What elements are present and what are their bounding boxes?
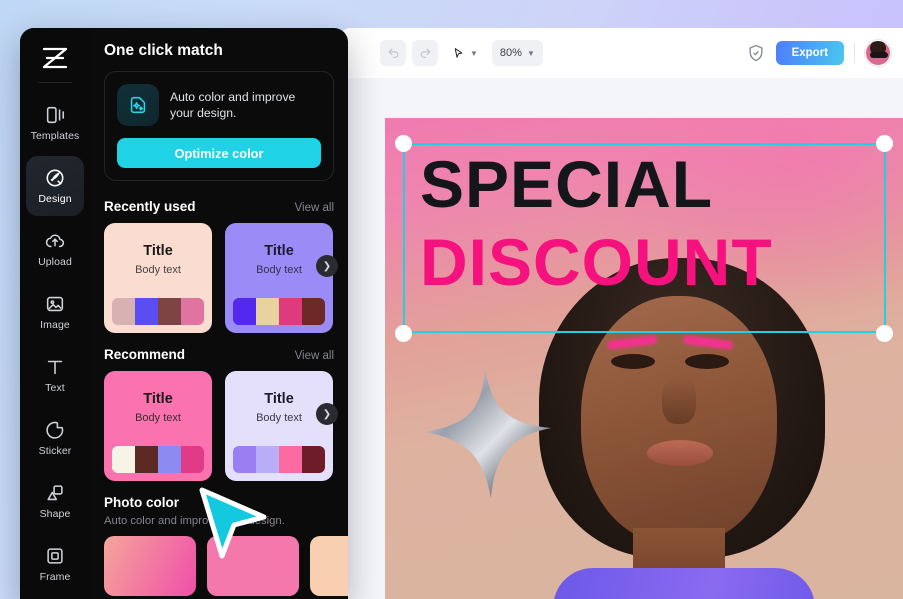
one-click-description: Auto color and improve your design. xyxy=(170,89,296,120)
upload-cloud-icon xyxy=(45,234,65,248)
card-body: Body text xyxy=(135,412,181,424)
selection-handle-top-left[interactable] xyxy=(395,135,412,152)
design-brush-icon xyxy=(46,169,64,187)
sidebar-item-frame[interactable]: Frame xyxy=(26,534,84,594)
sidebar-item-design[interactable]: Design xyxy=(26,156,84,216)
selection-handle-bottom-left[interactable] xyxy=(395,325,412,342)
card-body: Body text xyxy=(256,412,302,424)
sidebar-item-label: Templates xyxy=(30,130,80,142)
photo-color-section: Photo color Auto color and improve your … xyxy=(104,495,348,596)
chevron-down-icon: ▼ xyxy=(526,48,535,58)
page-title: One click match xyxy=(104,42,223,59)
rail-divider xyxy=(38,82,72,83)
sidebar-item-shape[interactable]: Shape xyxy=(26,471,84,531)
photo-color-subtitle: Auto color and improve your design. xyxy=(104,515,285,527)
view-all-link[interactable]: View all xyxy=(295,350,334,362)
card-title: Title xyxy=(264,243,294,259)
template-card[interactable]: Title Body text xyxy=(104,223,212,333)
magic-photo-icon xyxy=(117,84,159,126)
text-icon xyxy=(47,360,63,375)
zoom-level-button[interactable]: 80% ▼ xyxy=(491,40,543,66)
card-title: Title xyxy=(264,391,294,407)
editor-window: SPECIAL DISCOUNT ▼ 80% ▼ Export xyxy=(340,28,903,599)
model-shoulders xyxy=(553,568,815,599)
avatar[interactable] xyxy=(865,40,891,66)
template-card[interactable]: Title Body text xyxy=(225,371,333,481)
one-click-match-card: Auto color and improve your design. Opti… xyxy=(104,71,334,181)
photo-color-card[interactable] xyxy=(207,536,299,596)
sidebar-item-image[interactable]: Image xyxy=(26,282,84,342)
sidebar-item-label: Sticker xyxy=(38,445,72,457)
chevron-right-icon[interactable]: ❯ xyxy=(316,255,338,277)
selection-handle-top-right[interactable] xyxy=(876,135,893,152)
capcut-logo-icon[interactable] xyxy=(32,38,78,78)
frame-icon xyxy=(47,548,63,564)
color-swatch[interactable] xyxy=(112,298,204,325)
view-all-link[interactable]: View all xyxy=(295,202,334,214)
photo-color-card[interactable] xyxy=(104,536,196,596)
chevron-right-icon[interactable]: ❯ xyxy=(316,403,338,425)
sidebar-item-sticker[interactable]: Sticker xyxy=(26,408,84,468)
color-swatch[interactable] xyxy=(112,446,204,473)
card-title: Title xyxy=(143,243,173,259)
sidebar-item-label: Shape xyxy=(39,508,71,520)
sidebar-item-text[interactable]: Text xyxy=(26,345,84,405)
undo-icon[interactable] xyxy=(380,40,406,66)
section-title: Photo color xyxy=(104,495,179,510)
sidebar-item-upload[interactable]: Upload xyxy=(26,219,84,279)
model-nose xyxy=(662,378,696,424)
selection-frame xyxy=(403,143,886,333)
recommend-section: Recommend View all Title Body text Title… xyxy=(104,347,338,481)
shape-icon xyxy=(47,485,63,501)
zoom-level-label: 80% xyxy=(499,47,522,59)
model-lips xyxy=(647,440,713,466)
recently-used-section: Recently used View all Title Body text T… xyxy=(104,199,338,333)
chevron-down-icon: ▼ xyxy=(470,48,478,58)
image-icon xyxy=(46,296,64,312)
model-eye-left xyxy=(611,354,655,369)
sidebar-rail: Templates Design Upload Image Text Stick… xyxy=(20,28,90,599)
selection-handle-bottom-right[interactable] xyxy=(876,325,893,342)
sidebar-item-label: Upload xyxy=(38,256,72,268)
card-body: Body text xyxy=(256,264,302,276)
sidebar-item-label: Text xyxy=(45,382,65,394)
sidebar-item-label: Image xyxy=(40,319,70,331)
model-eye-right xyxy=(685,354,729,369)
editor-toolbar: ▼ 80% ▼ Export xyxy=(340,28,903,78)
redo-icon[interactable] xyxy=(412,40,438,66)
template-card[interactable]: Title Body text xyxy=(225,223,333,333)
sticker-icon xyxy=(46,421,64,439)
optimize-color-button[interactable]: Optimize color xyxy=(117,138,321,168)
left-panel: Templates Design Upload Image Text Stick… xyxy=(20,28,348,599)
sidebar-item-label: Frame xyxy=(39,571,71,583)
templates-icon xyxy=(46,106,65,124)
photo-color-card[interactable] xyxy=(310,536,348,596)
template-card[interactable]: Title Body text xyxy=(104,371,212,481)
section-title: Recommend xyxy=(104,347,186,362)
shield-check-icon[interactable] xyxy=(746,43,766,63)
card-title: Title xyxy=(143,391,173,407)
design-artboard[interactable]: SPECIAL DISCOUNT xyxy=(385,118,903,599)
export-button[interactable]: Export xyxy=(775,41,844,65)
toolbar-divider xyxy=(854,43,855,63)
card-body: Body text xyxy=(135,264,181,276)
sidebar-item-label: Design xyxy=(38,193,72,205)
color-swatch[interactable] xyxy=(233,298,325,325)
color-swatch[interactable] xyxy=(233,446,325,473)
panel-body: One click match Auto color and improve y… xyxy=(90,28,348,599)
chrome-star-shape[interactable] xyxy=(423,370,573,500)
section-title: Recently used xyxy=(104,199,196,214)
cursor-tool-button[interactable]: ▼ xyxy=(444,40,486,66)
sidebar-item-templates[interactable]: Templates xyxy=(26,93,84,153)
